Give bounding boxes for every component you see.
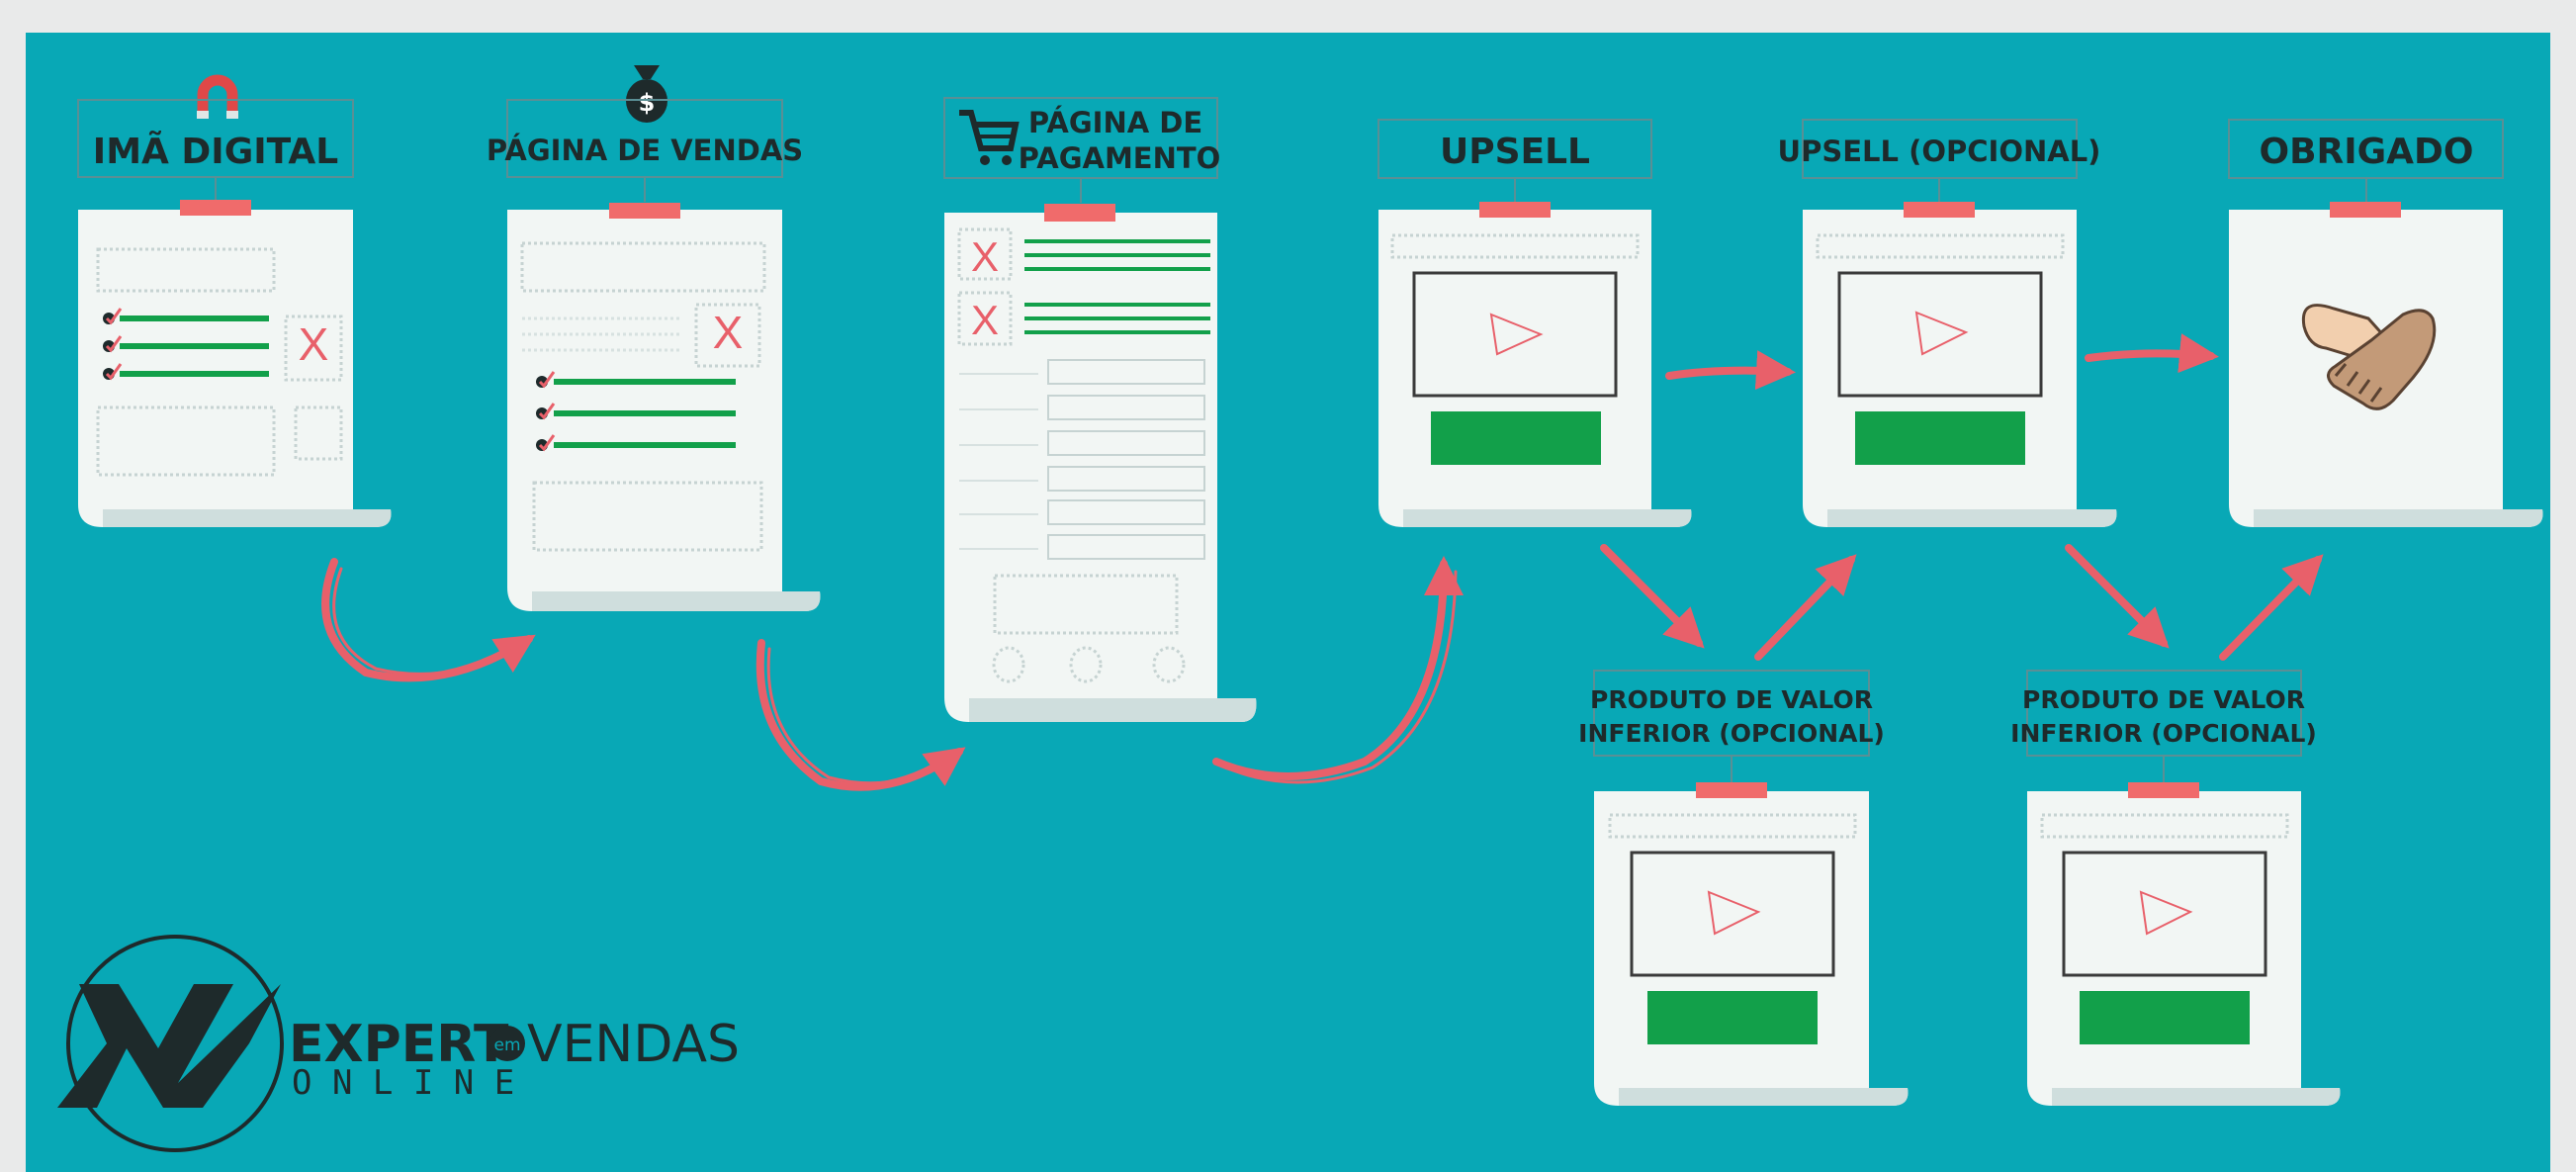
- arrow-ima-to-vendas: [321, 558, 536, 682]
- step-upsell-opcional: UPSELL (OPCIONAL): [1778, 119, 2117, 527]
- arrow-downsell1-to-upsell2: [1754, 554, 1857, 661]
- arrow-downsell2-to-obrigado: [2219, 554, 2324, 661]
- step-downsell-2: PRODUTO DE VALOR INFERIOR (OPCIONAL): [2010, 670, 2341, 1106]
- page-mockup: [1803, 202, 2117, 527]
- clip: [180, 200, 251, 216]
- step-downsell-1: PRODUTO DE VALOR INFERIOR (OPCIONAL): [1578, 670, 1909, 1106]
- svg-text:X: X: [713, 307, 744, 358]
- funnel-diagram: IMÃ DIGITAL X $ PÁGINA DE VENDAS X PÁGIN…: [57, 65, 2543, 1152]
- buy-button: [2080, 991, 2250, 1044]
- clip: [2128, 782, 2199, 798]
- money-bag-icon: $: [626, 65, 667, 123]
- page-mockup: X X: [944, 204, 1257, 722]
- clip: [609, 203, 680, 219]
- arrow-upsell2-to-downsell2: [2065, 544, 2170, 649]
- page-mockup: [2229, 202, 2543, 527]
- clip: [2330, 202, 2401, 218]
- logo-brand-em: em: [493, 1036, 520, 1055]
- arrow-upsell-to-upsell2: [1665, 350, 1796, 391]
- step-title: UPSELL (OPCIONAL): [1778, 135, 2101, 168]
- step-title-line1: PRODUTO DE VALOR: [2022, 685, 2305, 714]
- step-title-line1: PÁGINA DE: [1028, 106, 1202, 139]
- arrow-vendas-to-pagamento: [755, 639, 966, 791]
- clip: [1044, 204, 1115, 222]
- arrow-pagamento-to-upsell: [1212, 556, 1464, 780]
- buy-button: [1431, 411, 1601, 465]
- arrow-upsell2-to-obrigado: [2085, 333, 2219, 374]
- arrow-upsell-to-downsell1: [1600, 544, 1705, 649]
- step-title-line2: INFERIOR (OPCIONAL): [2010, 719, 2317, 748]
- step-title-line2: INFERIOR (OPCIONAL): [1578, 719, 1885, 748]
- svg-text:$: $: [639, 89, 656, 117]
- step-title: OBRIGADO: [2259, 132, 2473, 172]
- clip: [1696, 782, 1767, 798]
- step-pagina-de-pagamento: PÁGINA DE PAGAMENTO X X: [943, 97, 1257, 722]
- step-title-line1: PRODUTO DE VALOR: [1590, 685, 1873, 714]
- page-mockup: X: [78, 200, 392, 527]
- logo-brand-sub: O N L I N E: [292, 1063, 514, 1103]
- step-ima-digital: IMÃ DIGITAL X: [77, 74, 392, 527]
- svg-text:X: X: [971, 297, 999, 343]
- buy-button: [1855, 411, 2025, 465]
- step-pagina-de-vendas: $ PÁGINA DE VENDAS X: [487, 65, 821, 611]
- page-mockup: [1594, 782, 1909, 1106]
- page-mockup: [1378, 202, 1692, 527]
- step-title: UPSELL: [1440, 132, 1590, 172]
- brand-logo: EXPERT em VENDAS O N L I N E: [57, 935, 740, 1152]
- logo-mark: [57, 984, 281, 1108]
- clip: [1479, 202, 1551, 218]
- clip: [1904, 202, 1975, 218]
- svg-text:X: X: [299, 318, 329, 370]
- funnel-infographic: IMÃ DIGITAL X $ PÁGINA DE VENDAS X PÁGIN…: [0, 0, 2576, 1172]
- step-title: IMÃ DIGITAL: [93, 131, 338, 172]
- step-obrigado: OBRIGADO: [2228, 119, 2543, 527]
- buy-button: [1647, 991, 1818, 1044]
- page-mockup: [2027, 782, 2341, 1106]
- svg-text:X: X: [971, 233, 999, 280]
- step-title: PÁGINA DE VENDAS: [487, 134, 803, 167]
- page-mockup: X: [507, 203, 821, 611]
- step-upsell: UPSELL: [1377, 119, 1692, 527]
- logo-brand-end: VENDAS: [527, 1015, 740, 1074]
- step-title-line2: PAGAMENTO: [1019, 141, 1221, 175]
- shopping-cart-icon: [959, 110, 1020, 165]
